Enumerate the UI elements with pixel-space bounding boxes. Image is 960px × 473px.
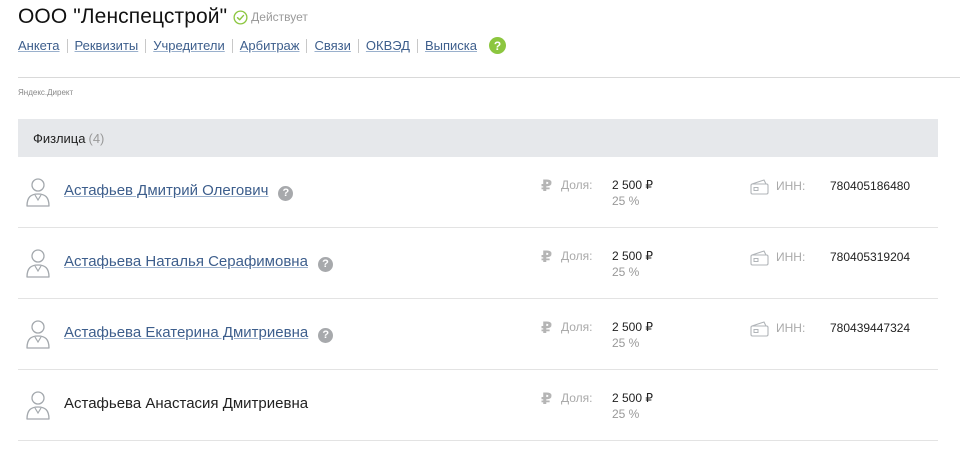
founder-name: Астафьева Екатерина Дмитриевна bbox=[64, 324, 309, 341]
share-amount: 2 500 ₽ bbox=[612, 249, 653, 263]
id-card-icon bbox=[750, 179, 769, 195]
section-header: Физлица (4) bbox=[18, 119, 938, 157]
ruble-icon: ₽ bbox=[541, 320, 553, 337]
nav-uchrediteli[interactable]: Учредители bbox=[153, 38, 225, 53]
share-amount: 2 500 ₽ bbox=[612, 320, 653, 334]
question-icon[interactable]: ? bbox=[317, 256, 333, 272]
share-label: Доля: bbox=[561, 249, 593, 263]
person-outline-icon bbox=[26, 178, 50, 207]
share-percent: 25 % bbox=[612, 407, 640, 421]
founder-row: Астафьева Наталья Серафимовна? ₽ Доля: 2… bbox=[18, 228, 938, 299]
founder-name: Астафьева Наталья Серафимовна bbox=[64, 253, 308, 270]
section-count: (4) bbox=[88, 130, 105, 146]
divider bbox=[18, 77, 960, 78]
nav-separator bbox=[306, 38, 308, 53]
founder-name-link[interactable]: Астафьева Наталья Серафимовна? bbox=[64, 253, 333, 272]
section-nav: Анкета Реквизиты Учредители Арбитраж Свя… bbox=[18, 37, 507, 54]
ruble-icon: ₽ bbox=[541, 178, 553, 195]
question-icon[interactable]: ? bbox=[278, 185, 294, 201]
founders-list: Астафьев Дмитрий Олегович? ₽ Доля: 2 500… bbox=[18, 157, 938, 441]
share-amount: 2 500 ₽ bbox=[612, 178, 653, 192]
question-icon[interactable]: ? bbox=[318, 327, 334, 343]
nav-rekvizity[interactable]: Реквизиты bbox=[75, 38, 139, 53]
nav-separator bbox=[145, 38, 147, 53]
inn-label: ИНН: bbox=[776, 321, 806, 335]
share-label: Доля: bbox=[561, 391, 593, 405]
title-row: ООО "Ленспецстрой" Действует bbox=[18, 3, 506, 31]
founder-name: Астафьев Дмитрий Олегович bbox=[64, 182, 269, 199]
founder-row: Астафьев Дмитрий Олегович? ₽ Доля: 2 500… bbox=[18, 157, 938, 228]
nav-vypiska[interactable]: Выписка bbox=[425, 38, 477, 53]
nav-anketa[interactable]: Анкета bbox=[18, 38, 60, 53]
company-header: ООО "Ленспецстрой" Действует Анкета Рекв… bbox=[18, 3, 507, 54]
nav-svyazi[interactable]: Связи bbox=[314, 38, 350, 53]
share-amount: 2 500 ₽ bbox=[612, 391, 653, 405]
share-percent: 25 % bbox=[612, 194, 640, 208]
person-outline-icon bbox=[26, 320, 50, 349]
founder-row: Астафьева Екатерина Дмитриевна? ₽ Доля: … bbox=[18, 299, 938, 370]
nav-separator bbox=[231, 38, 233, 53]
founder-name-link[interactable]: Астафьев Дмитрий Олегович? bbox=[64, 182, 294, 201]
nav-separator bbox=[66, 38, 68, 53]
id-card-icon bbox=[750, 321, 769, 337]
status-text: Действует bbox=[251, 10, 308, 24]
founder-name-link[interactable]: Астафьева Екатерина Дмитриевна? bbox=[64, 324, 334, 343]
share-percent: 25 % bbox=[612, 265, 640, 279]
share-label: Доля: bbox=[561, 320, 593, 334]
section-title: Физлица bbox=[33, 130, 86, 146]
inn-label: ИНН: bbox=[776, 179, 806, 193]
nav-arbitrazh[interactable]: Арбитраж bbox=[240, 38, 300, 53]
ruble-icon: ₽ bbox=[541, 249, 553, 266]
share-label: Доля: bbox=[561, 178, 593, 192]
inn-value: 780405186480 bbox=[830, 179, 911, 193]
nav-okved[interactable]: ОКВЭД bbox=[366, 38, 410, 53]
check-circle-icon bbox=[233, 9, 248, 25]
inn-label: ИНН: bbox=[776, 250, 806, 264]
share-percent: 25 % bbox=[612, 336, 640, 350]
person-outline-icon bbox=[26, 249, 50, 278]
ruble-icon: ₽ bbox=[541, 391, 553, 408]
person-outline-icon bbox=[26, 391, 50, 420]
founder-row: Астафьева Анастасия Дмитриевна ₽ Доля: 2… bbox=[18, 370, 938, 441]
nav-separator bbox=[357, 38, 359, 53]
founder-name: Астафьева Анастасия Дмитриевна bbox=[64, 395, 309, 412]
company-name: ООО "Ленспецстрой" bbox=[18, 5, 228, 28]
help-icon[interactable]: ? bbox=[489, 37, 507, 54]
ad-label: Яндекс.Директ bbox=[18, 88, 74, 97]
id-card-icon bbox=[750, 250, 769, 266]
inn-value: 780405319204 bbox=[830, 250, 911, 264]
nav-separator bbox=[416, 38, 418, 53]
inn-value: 780439447324 bbox=[830, 321, 911, 335]
